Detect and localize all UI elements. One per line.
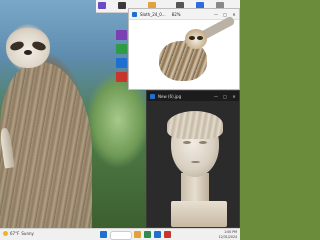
minimize-button[interactable]: — (214, 12, 218, 17)
weather-widget[interactable]: 67°F Sunny (3, 231, 34, 236)
window-titlebar[interactable]: Sloth_24_0... 82% — □ ✕ (129, 9, 239, 20)
taskbar-search-box[interactable] (110, 231, 132, 240)
start-button[interactable] (100, 231, 107, 238)
bust-photo (147, 101, 239, 227)
photos-taskbar-icon[interactable] (154, 231, 161, 238)
desktop-icon-purple[interactable] (116, 30, 127, 40)
sloth-face-image (6, 28, 50, 68)
sloth-eye-right (197, 36, 203, 40)
app-icon-dark[interactable] (118, 2, 126, 9)
bust-neck-image (181, 173, 209, 203)
bust-hair-image (167, 111, 223, 139)
system-clock[interactable]: 1:00 PM 12/31/2024 (219, 230, 237, 239)
photos-app-icon (132, 11, 137, 17)
window-titlebar[interactable]: New (6).jpg — □ ✕ (147, 91, 239, 101)
zoom-level[interactable]: 82% (172, 12, 181, 17)
image-viewer-window-bottom[interactable]: New (6).jpg — □ ✕ (146, 90, 240, 228)
sloth-photo (139, 15, 236, 87)
weather-temp: 67°F (10, 231, 20, 236)
bust-eye-left (183, 141, 191, 144)
desktop-wallpaper (0, 0, 146, 228)
desktop-icon-green[interactable] (116, 44, 127, 54)
sloth-eye-left (9, 40, 25, 52)
sun-icon (3, 231, 8, 236)
sloth-eye-left (189, 36, 195, 40)
window-title: New (6).jpg (158, 93, 182, 99)
desktop-icon-blue[interactable] (116, 58, 127, 68)
window-title: Sloth_24_0... (140, 11, 166, 17)
file-explorer-icon[interactable] (134, 231, 141, 238)
browser-icon[interactable] (144, 231, 151, 238)
taskbar: 67°F Sunny 1:00 PM 12/31/2024 (0, 228, 240, 240)
weather-text: Sunny (21, 231, 34, 236)
clock-date: 12/31/2024 (218, 234, 237, 239)
app-taskbar-icon[interactable] (164, 231, 171, 238)
bust-eye-right (199, 141, 207, 144)
maximize-button[interactable]: □ (223, 12, 227, 17)
image-viewer-window-top[interactable]: Sloth_24_0... 82% — □ ✕ (128, 8, 240, 90)
photos-app-icon (150, 93, 155, 99)
bust-mouth (191, 161, 200, 163)
bust-pedestal-image (171, 201, 227, 227)
sloth-eye-right (31, 40, 47, 52)
close-button[interactable]: ✕ (232, 94, 236, 99)
close-button[interactable]: ✕ (232, 12, 236, 17)
maximize-button[interactable]: □ (223, 94, 227, 99)
desktop-icon-red[interactable] (116, 72, 127, 82)
sloth-head-image (185, 29, 207, 49)
sloth-body-image (0, 62, 92, 228)
sloth-nose (24, 50, 32, 55)
minimize-button[interactable]: — (214, 94, 218, 99)
app-icon-purple[interactable] (98, 2, 106, 9)
